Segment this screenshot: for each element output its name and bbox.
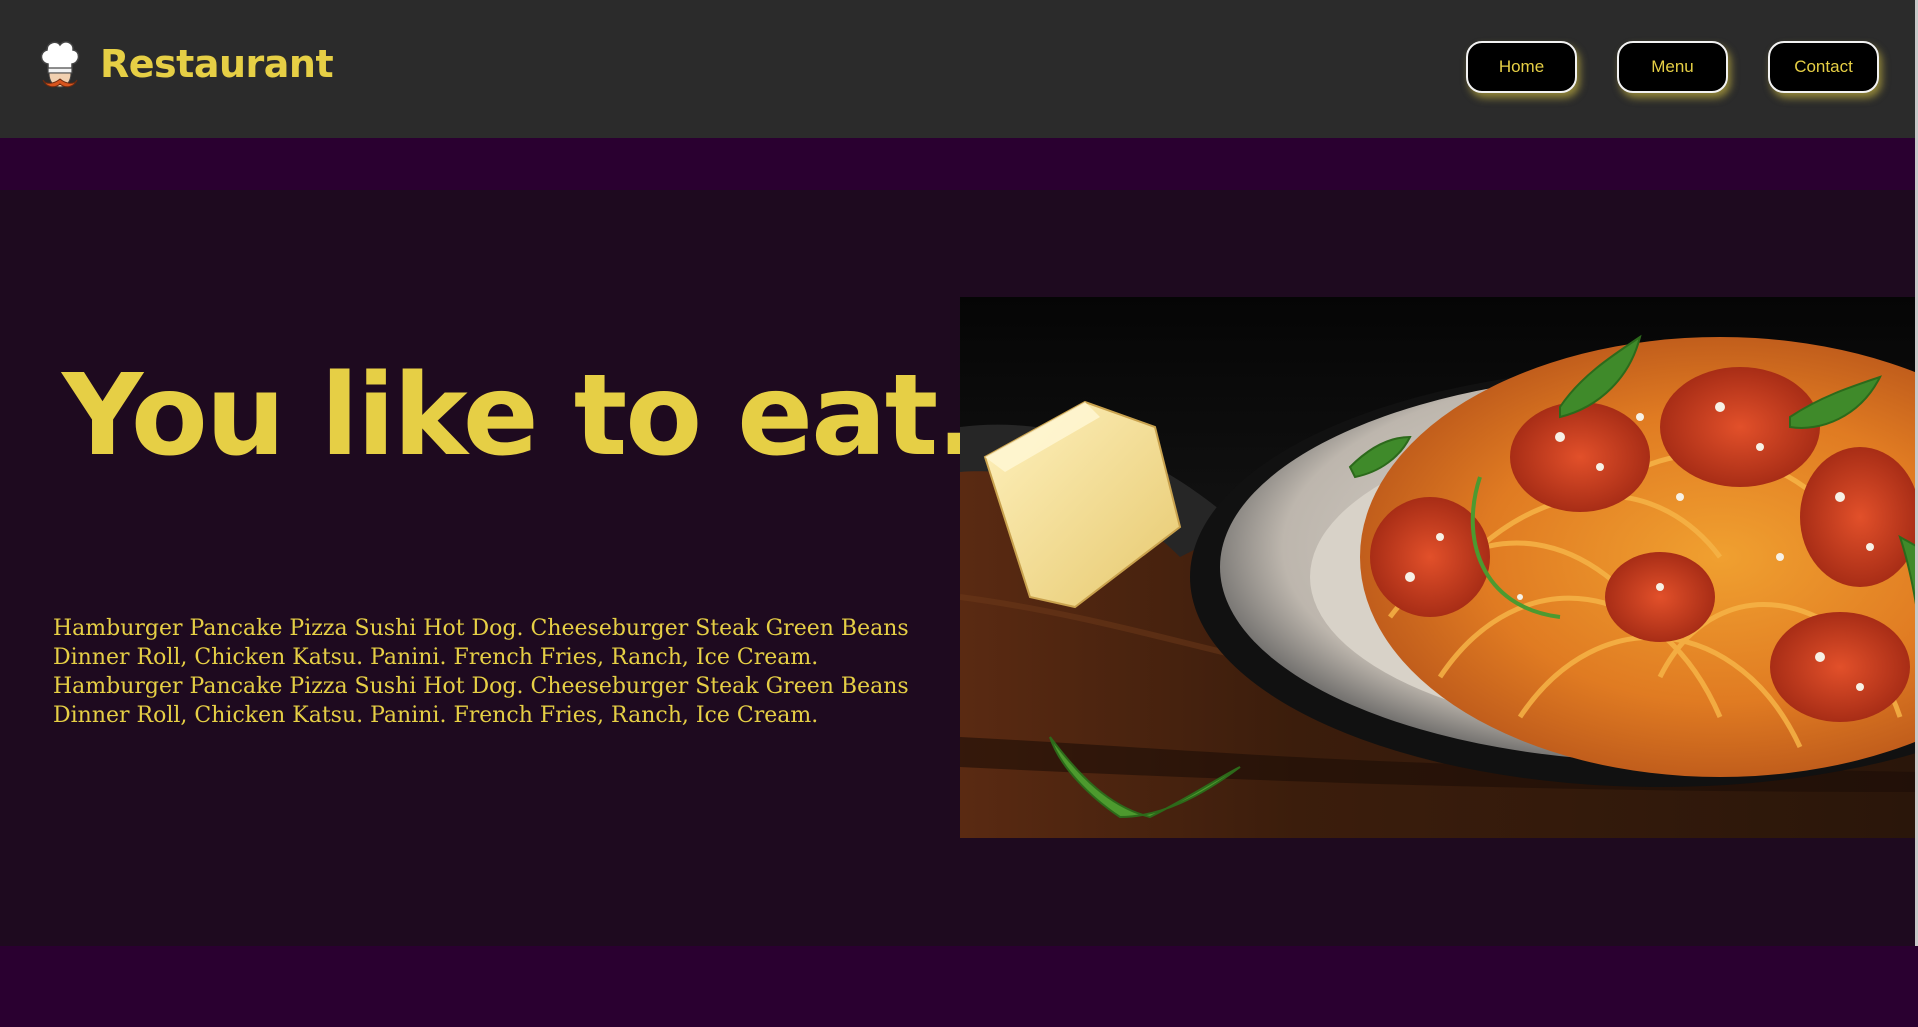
brand-name: Restaurant [100, 42, 334, 86]
chef-hat-mustache-icon [40, 41, 80, 88]
spaghetti-plate-photo [960, 297, 1918, 838]
page: Restaurant Home Menu Contact You like to… [0, 0, 1918, 1027]
nav-contact-button[interactable]: Contact [1768, 41, 1879, 93]
food-photo-graphic [960, 297, 1918, 838]
hero-section: You like to eat. Hamburger Pancake Pizza… [0, 190, 1918, 946]
brand[interactable]: Restaurant [36, 38, 334, 90]
hero-headline: You like to eat. [62, 351, 979, 481]
hero-description: Hamburger Pancake Pizza Sushi Hot Dog. C… [53, 616, 909, 728]
nav-menu-button[interactable]: Menu [1617, 41, 1728, 93]
site-header: Restaurant Home Menu Contact [0, 0, 1918, 138]
nav-home-button[interactable]: Home [1466, 41, 1577, 93]
